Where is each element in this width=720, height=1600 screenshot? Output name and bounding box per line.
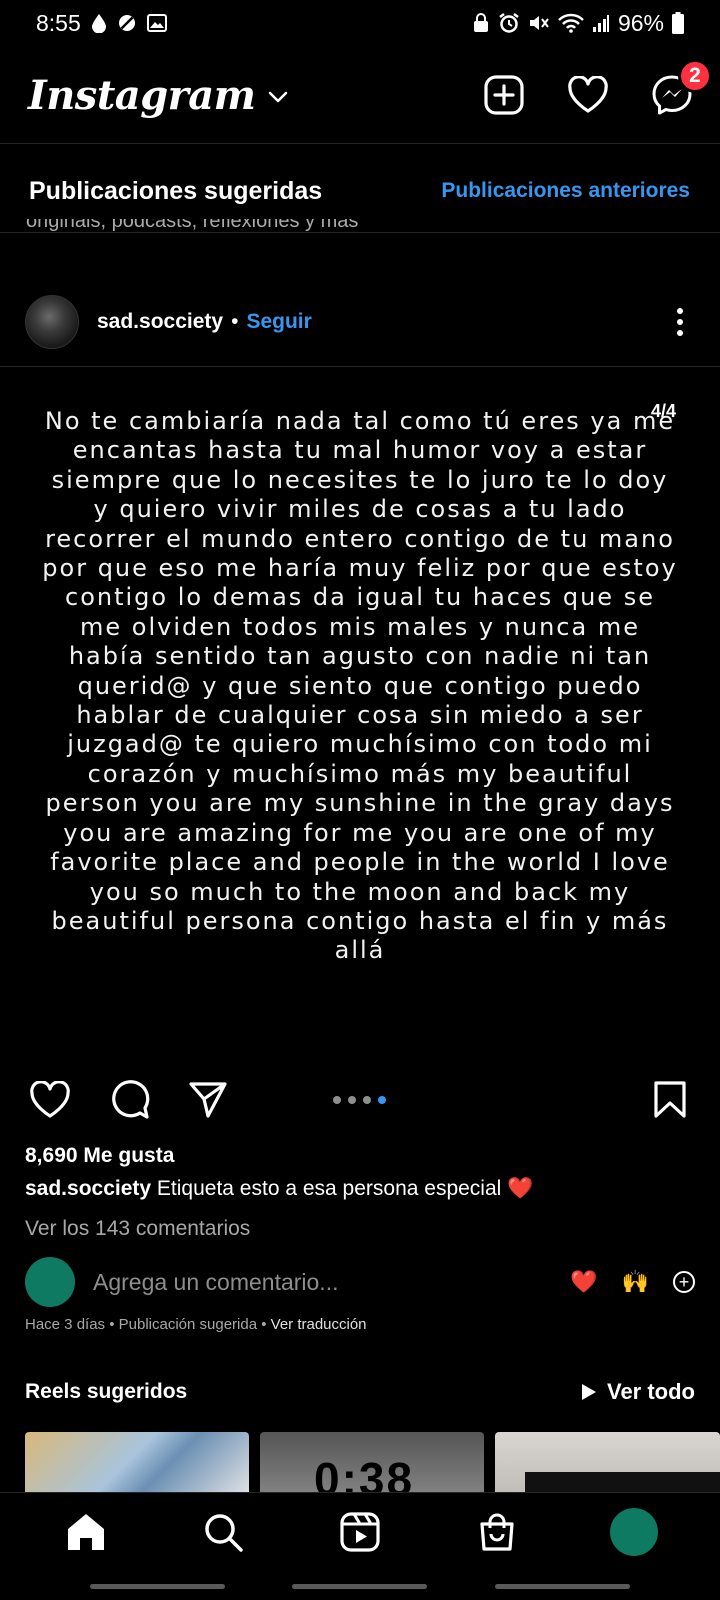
caption-text: Etiqueta esto a esa persona especial ❤️ <box>151 1177 534 1200</box>
heart-icon <box>30 1081 70 1118</box>
see-all-button[interactable]: Ver todo <box>581 1379 695 1405</box>
translate-link[interactable]: Ver traducción <box>271 1316 367 1333</box>
more-options-icon[interactable] <box>670 308 690 336</box>
alarm-icon <box>498 12 520 34</box>
bookmark-icon <box>654 1081 686 1118</box>
comment-input[interactable]: Agrega un comentario... <box>93 1269 513 1296</box>
home-icon <box>68 1513 105 1550</box>
home-gesture[interactable] <box>292 1584 427 1589</box>
carousel-dot <box>333 1096 341 1104</box>
nav-shop[interactable] <box>467 1502 527 1562</box>
bottom-nav <box>0 1492 720 1570</box>
post-header: sad.socciety • Seguir <box>0 292 720 352</box>
recent-apps-gesture[interactable] <box>90 1584 225 1589</box>
post-action-bar <box>0 1075 720 1125</box>
reels-icon <box>340 1511 380 1552</box>
search-icon <box>205 1513 243 1552</box>
quick-reactions: ❤️ 🙌 + <box>570 1269 695 1295</box>
suggested-title: Publicaciones sugeridas <box>29 176 323 205</box>
battery-percent: 96% <box>617 9 664 36</box>
carousel-dot <box>363 1096 371 1104</box>
separator-dot: • <box>231 310 239 333</box>
previous-posts-link[interactable]: Publicaciones anteriores <box>441 179 690 203</box>
battery-icon <box>672 12 684 34</box>
lock-alarm-icon <box>472 13 490 33</box>
suggested-divider <box>0 232 720 233</box>
comment-row: Agrega un comentario... ❤️ 🙌 + <box>25 1257 695 1307</box>
play-icon <box>581 1384 596 1400</box>
shop-icon <box>480 1513 514 1551</box>
like-button[interactable] <box>28 1078 72 1122</box>
follow-button[interactable]: Seguir <box>246 310 311 334</box>
instagram-logo[interactable]: Instagram <box>28 72 256 119</box>
comment-icon <box>112 1080 150 1119</box>
avatar[interactable] <box>25 295 79 349</box>
header-divider <box>0 143 720 144</box>
avatar <box>609 1507 658 1556</box>
likes-count[interactable]: 8,690 Me gusta <box>25 1144 174 1168</box>
carousel-dot <box>378 1096 386 1104</box>
post-image[interactable]: 4/4 No te cambiaría nada tal como tú ere… <box>0 367 720 1057</box>
clipped-previous-text: originals, podcasts, reflexiones y más <box>26 219 359 231</box>
reels-header: Reels sugeridos Ver todo <box>25 1379 695 1405</box>
wifi-icon <box>558 13 584 33</box>
signal-icon <box>592 13 610 33</box>
share-button[interactable] <box>186 1078 230 1122</box>
status-bar: 8:55 96% <box>0 0 720 46</box>
messenger-button[interactable]: 2 <box>650 59 712 117</box>
gallery-icon <box>146 14 167 32</box>
post-caption: sad.socciety Etiqueta esto a esa persona… <box>25 1177 533 1201</box>
activity-button[interactable] <box>566 73 610 117</box>
nav-home[interactable] <box>56 1502 116 1562</box>
suggested-posts-bar: Publicaciones sugeridas Publicaciones an… <box>0 160 720 222</box>
avatar <box>25 1257 75 1307</box>
nav-reels[interactable] <box>330 1502 390 1562</box>
caption-username[interactable]: sad.socciety <box>25 1177 151 1200</box>
add-reaction-icon[interactable]: + <box>673 1271 695 1293</box>
back-gesture[interactable] <box>495 1584 630 1589</box>
messages-badge: 2 <box>678 59 712 93</box>
reels-title: Reels sugeridos <box>25 1380 188 1403</box>
app-header: Instagram 2 <box>0 59 720 130</box>
water-drop-icon <box>91 13 107 33</box>
heart-icon <box>568 76 608 113</box>
create-post-button[interactable] <box>482 73 526 117</box>
post-image-text: No te cambiaría nada tal como tú eres ya… <box>42 407 678 965</box>
chevron-down-icon[interactable] <box>268 90 288 108</box>
post-meta-text: Hace 3 días • Publicación sugerida • <box>25 1316 271 1333</box>
status-time: 8:55 <box>36 9 81 36</box>
mute-icon <box>528 13 550 33</box>
comment-button[interactable] <box>108 1078 152 1122</box>
plus-square-icon <box>484 75 524 115</box>
carousel-dot <box>348 1096 356 1104</box>
see-all-label: Ver todo <box>606 1379 695 1404</box>
heart-emoji-button[interactable]: ❤️ <box>570 1269 597 1295</box>
nav-profile[interactable] <box>604 1502 664 1562</box>
save-button[interactable] <box>648 1078 692 1122</box>
post-username[interactable]: sad.socciety <box>97 310 223 334</box>
view-comments-link[interactable]: Ver los 143 comentarios <box>25 1217 250 1241</box>
blocked-icon <box>117 13 137 33</box>
post-meta: Hace 3 días • Publicación sugerida • Ver… <box>25 1316 367 1333</box>
nav-search[interactable] <box>193 1502 253 1562</box>
carousel-indicator <box>333 1096 386 1104</box>
send-icon <box>189 1082 227 1118</box>
raised-hands-emoji-button[interactable]: 🙌 <box>622 1269 649 1295</box>
